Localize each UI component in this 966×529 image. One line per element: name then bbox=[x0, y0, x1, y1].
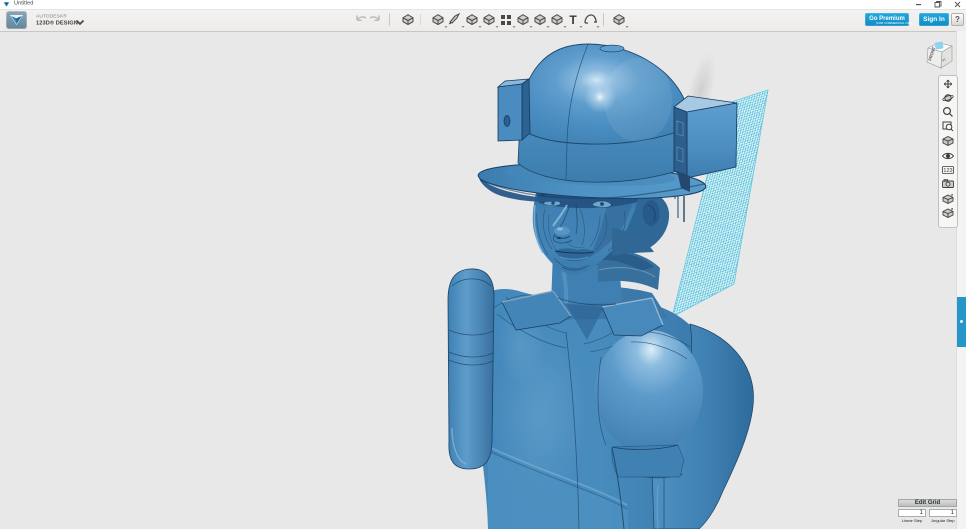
svg-text:T: T bbox=[569, 13, 577, 27]
svg-text:123: 123 bbox=[943, 168, 952, 174]
